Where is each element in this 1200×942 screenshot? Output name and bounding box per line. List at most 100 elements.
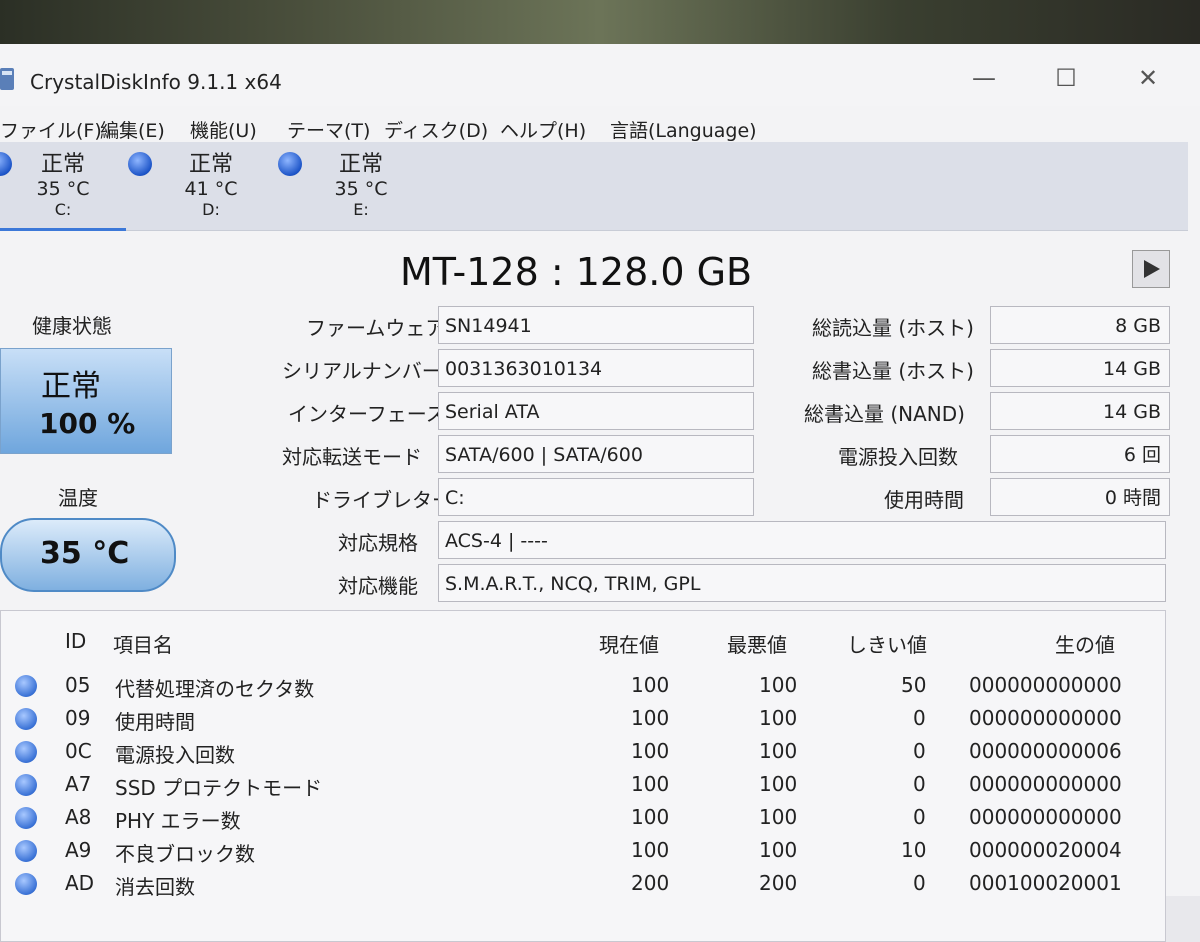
menu-edit[interactable]: 編集(E) <box>100 116 165 143</box>
selected-disk-indicator <box>0 228 126 231</box>
disk-temp: 35 °C <box>334 178 388 200</box>
attr-id: A9 <box>65 838 92 862</box>
col-header-worst[interactable]: 最悪値 <box>727 629 787 658</box>
attr-threshold: 50 <box>901 673 927 697</box>
table-row[interactable]: 09 使用時間 100 100 0 000000000000 <box>1 702 1165 735</box>
maximize-icon[interactable]: ☐ <box>1046 64 1086 92</box>
status-dot-icon <box>15 675 37 697</box>
menu-function[interactable]: 機能(U) <box>190 116 257 143</box>
host-writes-label: 総書込量 (ホスト) <box>812 359 974 383</box>
attr-name: 代替処理済のセクタ数 <box>115 677 315 701</box>
disk-temp: 35 °C <box>36 178 90 200</box>
attr-current: 100 <box>631 805 670 829</box>
table-row[interactable]: 05 代替処理済のセクタ数 100 100 50 000000000000 <box>1 669 1165 702</box>
host-writes-field: 14 GB <box>990 349 1170 387</box>
host-reads-label: 総読込量 (ホスト) <box>812 316 974 340</box>
status-dot-icon <box>128 152 152 176</box>
firmware-field: SN14941 <box>438 306 754 344</box>
firmware-label: ファームウェア <box>306 316 446 340</box>
menu-disk[interactable]: ディスク(D) <box>384 116 488 143</box>
attr-current: 100 <box>631 673 670 697</box>
attr-worst: 100 <box>759 673 798 697</box>
serial-field: 0031363010134 <box>438 349 754 387</box>
health-status: 正常 <box>41 369 101 404</box>
attr-name: 使用時間 <box>115 710 195 734</box>
health-status-box: 正常 100 % <box>0 348 172 454</box>
features-field: S.M.A.R.T., NCQ, TRIM, GPL <box>438 564 1166 602</box>
status-dot-icon <box>15 840 37 862</box>
attr-raw: 000100020001 <box>969 871 1122 895</box>
drive-letter-label: ドライブレター <box>312 488 452 512</box>
app-icon <box>0 68 14 90</box>
attr-current: 200 <box>631 871 670 895</box>
table-row[interactable]: AD 消去回数 200 200 0 000100020001 <box>1 867 1165 900</box>
attr-worst: 200 <box>759 871 798 895</box>
interface-field: Serial ATA <box>438 392 754 430</box>
minimize-icon[interactable]: — <box>964 64 1004 92</box>
attr-raw: 000000000000 <box>969 673 1122 697</box>
disk-letter: E: <box>353 200 369 219</box>
status-dot-icon <box>15 741 37 763</box>
serial-label: シリアルナンバー <box>282 359 442 383</box>
nand-writes-label: 総書込量 (NAND) <box>804 402 965 426</box>
disk-tab-d[interactable]: 正常 41 °C D: <box>126 146 276 219</box>
attr-raw: 000000000000 <box>969 805 1122 829</box>
col-header-id[interactable]: ID <box>65 629 86 653</box>
window-title: CrystalDiskInfo 9.1.1 x64 <box>30 70 282 94</box>
disk-tab-e[interactable]: 正常 35 °C E: <box>276 146 426 219</box>
disk-letter: D: <box>202 200 220 219</box>
table-row[interactable]: A7 SSD プロテクトモード 100 100 0 000000000000 <box>1 768 1165 801</box>
health-label: 健康状態 <box>32 314 112 338</box>
play-icon[interactable] <box>1132 250 1170 288</box>
status-dot-icon <box>15 807 37 829</box>
menu-language[interactable]: 言語(Language) <box>610 116 757 143</box>
attr-id: AD <box>65 871 95 895</box>
drive-letter-field: C: <box>438 478 754 516</box>
close-icon[interactable]: ✕ <box>1128 64 1168 92</box>
menu-bar: ファイル(F) 編集(E) 機能(U) テーマ(T) ディスク(D) ヘルプ(H… <box>0 110 1200 142</box>
attr-id: A7 <box>65 772 92 796</box>
attr-worst: 100 <box>759 838 798 862</box>
menu-help[interactable]: ヘルプ(H) <box>500 116 586 143</box>
menu-file[interactable]: ファイル(F) <box>0 116 102 143</box>
disk-tab-c[interactable]: 正常 35 °C C: <box>0 146 126 219</box>
app-window: CrystalDiskInfo 9.1.1 x64 — ☐ ✕ ファイル(F) … <box>0 44 1200 942</box>
attr-raw: 000000020004 <box>969 838 1122 862</box>
col-header-threshold[interactable]: しきい値 <box>847 629 927 658</box>
temperature-label: 温度 <box>58 486 98 510</box>
attr-id: 09 <box>65 706 91 730</box>
standard-label: 対応規格 <box>338 531 418 555</box>
col-header-raw[interactable]: 生の値 <box>1055 629 1115 658</box>
attr-current: 100 <box>631 838 670 862</box>
disk-selector-bar: 正常 35 °C C: 正常 41 °C D: 正常 35 °C E: <box>0 142 1188 231</box>
table-row[interactable]: A9 不良ブロック数 100 100 10 000000020004 <box>1 834 1165 867</box>
attr-current: 100 <box>631 772 670 796</box>
transfer-mode-label: 対応転送モード <box>282 445 422 469</box>
attr-id: A8 <box>65 805 92 829</box>
power-count-label: 電源投入回数 <box>838 445 958 469</box>
attr-worst: 100 <box>759 739 798 763</box>
attr-worst: 100 <box>759 706 798 730</box>
standard-field: ACS-4 | ---- <box>438 521 1166 559</box>
power-hours-field: 0 時間 <box>990 478 1170 516</box>
col-header-current[interactable]: 現在値 <box>599 629 659 658</box>
col-header-name[interactable]: 項目名 <box>113 629 173 658</box>
attr-name: SSD プロテクトモード <box>115 776 323 800</box>
features-label: 対応機能 <box>338 574 418 598</box>
table-row[interactable]: A8 PHY エラー数 100 100 0 000000000000 <box>1 801 1165 834</box>
disk-letter: C: <box>54 200 72 219</box>
attr-name: 不良ブロック数 <box>115 842 255 866</box>
attr-raw: 000000000000 <box>969 772 1122 796</box>
disk-status: 正常 <box>40 152 85 177</box>
power-hours-label: 使用時間 <box>884 488 964 512</box>
temperature-box: 35 °C <box>0 518 176 592</box>
attr-threshold: 0 <box>913 805 926 829</box>
disk-temp: 41 °C <box>184 178 238 200</box>
health-percent: 100 % <box>39 407 136 440</box>
attr-id: 05 <box>65 673 91 697</box>
attr-raw: 000000000006 <box>969 739 1122 763</box>
table-row[interactable]: 0C 電源投入回数 100 100 0 000000000006 <box>1 735 1165 768</box>
smart-table: ID 項目名 現在値 最悪値 しきい値 生の値 05 代替処理済のセクタ数 10… <box>0 610 1166 942</box>
status-dot-icon <box>15 873 37 895</box>
menu-theme[interactable]: テーマ(T) <box>287 116 370 143</box>
